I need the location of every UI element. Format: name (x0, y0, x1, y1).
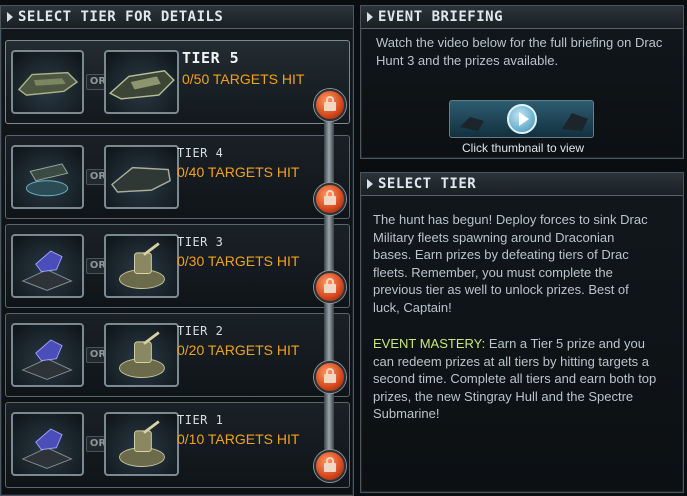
gun-mount-icon (11, 323, 84, 387)
lock-icon (314, 183, 346, 215)
briefing-text: Watch the video below for the full brief… (376, 35, 663, 68)
gun-mount-icon (11, 412, 84, 476)
turret-icon (11, 145, 84, 209)
event-briefing-title: EVENT BRIEFING (378, 9, 504, 25)
tier-name: TIER 4 (177, 146, 224, 160)
cannon-turret-icon (104, 412, 179, 476)
tier-select-header: SELECT TIER FOR DETAILS (1, 6, 353, 29)
tier-progress: 0/10 TARGETS HIT (177, 431, 300, 447)
cannon-turret-icon (104, 234, 179, 298)
tier-progress: 0/40 TARGETS HIT (177, 164, 300, 180)
header-arrow-icon (7, 12, 13, 22)
cannon-turret-icon (104, 323, 179, 387)
gun-mount-icon (11, 234, 84, 298)
tier-name: TIER 5 (182, 49, 240, 67)
stingray-hull-icon (104, 50, 179, 114)
tier-row-5[interactable]: OR TIER 5 0/50 TARGETS HIT (5, 40, 350, 124)
tier-name: TIER 1 (177, 413, 224, 427)
select-tier-text: The hunt has begun! Deploy forces to sin… (373, 212, 648, 315)
hull-icon (104, 145, 179, 209)
select-tier-header: SELECT TIER (361, 173, 683, 196)
lock-icon (314, 271, 346, 303)
tier-row-2[interactable]: OR TIER 2 0/20 TARGETS HIT (5, 313, 350, 397)
tier-progress: 0/20 TARGETS HIT (177, 342, 300, 358)
header-arrow-icon (367, 12, 373, 22)
lock-icon (314, 450, 346, 482)
tier-name: TIER 3 (177, 235, 224, 249)
select-tier-title: SELECT TIER (378, 176, 477, 192)
tier-select-title: SELECT TIER FOR DETAILS (18, 9, 224, 25)
tier-row-3[interactable]: OR TIER 3 0/30 TARGETS HIT (5, 224, 350, 308)
warship-icon (11, 50, 84, 114)
video-caption: Click thumbnail to view (462, 141, 585, 155)
tier-progress: 0/50 TARGETS HIT (182, 71, 305, 87)
event-mastery-text: EVENT MASTERY: Earn a Tier 5 prize and y… (373, 335, 663, 423)
tier-row-1[interactable]: OR TIER 1 0/10 TARGETS HIT (5, 402, 350, 488)
video-thumbnail[interactable] (449, 100, 594, 138)
event-briefing-header: EVENT BRIEFING (361, 6, 683, 29)
tier-row-4[interactable]: OR TIER 4 0/40 TARGETS HIT (5, 135, 350, 219)
tier-progress: 0/30 TARGETS HIT (177, 253, 300, 269)
lock-icon (314, 89, 346, 121)
header-arrow-icon (367, 179, 373, 189)
event-mastery-label: EVENT MASTERY: (373, 336, 486, 351)
play-icon[interactable] (507, 104, 537, 134)
lock-icon (314, 361, 346, 393)
tier-name: TIER 2 (177, 324, 224, 338)
